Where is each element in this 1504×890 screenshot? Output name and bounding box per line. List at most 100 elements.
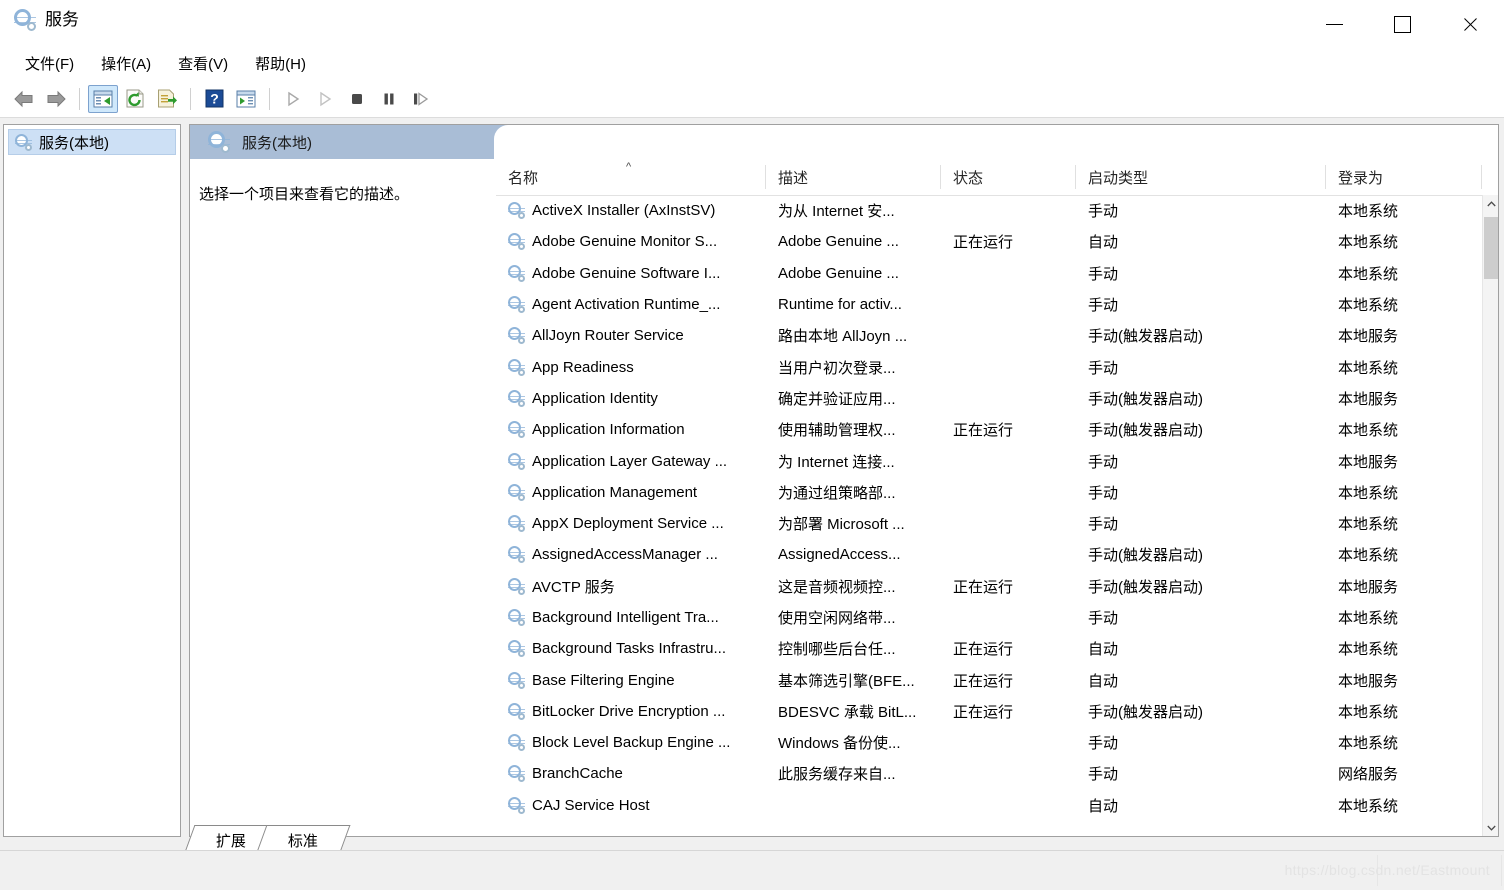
restart-service-button[interactable] xyxy=(406,85,436,113)
cell-text: Adobe Genuine Monitor S... xyxy=(532,233,718,251)
table-row[interactable]: BranchCache 此服务缓存来自... 手动 网络服务 xyxy=(496,758,1482,789)
cell-description: 当用户初次登录... xyxy=(778,359,896,377)
cell-log-on-as: 本地系统 xyxy=(1338,422,1399,440)
services-gear-icon xyxy=(507,765,525,783)
back-button[interactable] xyxy=(9,85,39,113)
table-row[interactable]: Adobe Genuine Monitor S... Adobe Genuine … xyxy=(496,226,1482,257)
scroll-down-icon[interactable] xyxy=(1483,819,1498,836)
cell-text: AllJoyn Router Service xyxy=(532,327,684,345)
maximize-icon xyxy=(1393,15,1411,33)
table-row[interactable]: ActiveX Installer (AxInstSV) 为从 Internet … xyxy=(496,195,1482,226)
menu-help[interactable]: 帮助(H) xyxy=(244,52,317,77)
cell-status xyxy=(941,351,1076,382)
title-bar: 服务 xyxy=(0,0,1504,48)
table-row[interactable]: Application Identity 确定并验证应用... 手动(触发器启动) 本… xyxy=(496,383,1482,414)
services-window: 服务 文件(F) 操作(A) 查看(V) 帮助(H) ? 服务(本地) 服务(本… xyxy=(0,0,1504,890)
back-icon xyxy=(14,90,33,107)
pane-header-title: 服务(本地) xyxy=(242,134,312,152)
cell-service-name: Application Layer Gateway ... xyxy=(496,445,766,476)
watermark-text: https://blog.csdn.net/Eastmount xyxy=(1284,862,1490,878)
cell-service-name: BranchCache xyxy=(496,758,766,789)
table-row[interactable]: AppX Deployment Service ... 为部署 Microsoft… xyxy=(496,508,1482,539)
maximize-button[interactable] xyxy=(1368,0,1436,48)
menu-action[interactable]: 操作(A) xyxy=(90,52,162,77)
services-gear-icon xyxy=(507,421,525,439)
table-row[interactable]: Application Information 使用辅助管理权... 正在运行 手动(… xyxy=(496,414,1482,445)
cell-service-name: Agent Activation Runtime_... xyxy=(496,289,766,320)
tab-label: 标准 xyxy=(287,833,318,850)
services-gear-icon xyxy=(507,515,525,533)
column-header-startup-type[interactable]: 启动类型 xyxy=(1076,159,1326,195)
cell-status xyxy=(941,320,1076,351)
table-row[interactable]: AVCTP 服务 这是音频视频控... 正在运行 手动(触发器启动) 本地服务 xyxy=(496,571,1482,602)
cell-status: 正在运行 xyxy=(953,578,1014,596)
refresh-button[interactable] xyxy=(120,85,150,113)
help-button[interactable]: ? xyxy=(199,85,229,113)
table-row[interactable]: Adobe Genuine Software I... Adobe Genuine… xyxy=(496,258,1482,289)
services-gear-icon xyxy=(507,640,525,658)
column-header-name[interactable]: ^ 名称 xyxy=(496,159,766,195)
cell-service-name: Background Intelligent Tra... xyxy=(496,602,766,633)
list-header: ^ 名称 描述 状态 启动类型 登录为 xyxy=(496,159,1498,196)
export-list-button[interactable] xyxy=(152,85,182,113)
cell-log-on-as: 本地服务 xyxy=(1338,453,1399,471)
table-row[interactable]: Application Layer Gateway ... 为 Internet … xyxy=(496,445,1482,476)
close-button[interactable] xyxy=(1436,0,1504,48)
table-row[interactable]: Application Management 为通过组策略部... 手动 本地系统 xyxy=(496,477,1482,508)
cell-log-on-as: 本地系统 xyxy=(1338,610,1399,627)
column-header-status[interactable]: 状态 xyxy=(941,159,1076,195)
services-list-view: ^ 名称 描述 状态 启动类型 登录为 ActiveX Installer (A… xyxy=(496,159,1498,836)
column-header-description[interactable]: 描述 xyxy=(766,159,941,195)
services-gear-icon xyxy=(507,702,525,720)
cell-description: 控制哪些后台任... xyxy=(778,641,896,659)
column-divider[interactable] xyxy=(1481,165,1482,189)
cell-log-on-as: 网络服务 xyxy=(1338,766,1399,784)
table-row[interactable]: CAJ Service Host 自动 本地系统 xyxy=(496,790,1482,821)
cell-text: Application Layer Gateway ... xyxy=(532,452,728,470)
cell-status xyxy=(941,289,1076,320)
cell-startup-type: 自动 xyxy=(1088,797,1119,815)
tree-item-services-local[interactable]: 服务(本地) xyxy=(8,129,176,155)
table-row[interactable]: AssignedAccessManager ... AssignedAccess.… xyxy=(496,539,1482,570)
cell-description: 使用辅助管理权... xyxy=(778,422,896,440)
scrollbar-thumb[interactable] xyxy=(1484,217,1498,279)
cell-status xyxy=(941,539,1076,570)
forward-button[interactable] xyxy=(41,85,71,113)
export-list-icon xyxy=(158,89,177,108)
cell-description: 为从 Internet 安... xyxy=(778,203,895,221)
cell-log-on-as: 本地系统 xyxy=(1338,797,1399,815)
cell-text: Application Identity xyxy=(532,389,658,407)
cell-status xyxy=(941,258,1076,289)
stop-service-button[interactable] xyxy=(342,85,372,113)
table-row[interactable]: Agent Activation Runtime_... Runtime for … xyxy=(496,289,1482,320)
start-service-button[interactable] xyxy=(278,85,308,113)
cell-text: Application Management xyxy=(532,483,698,501)
cell-description: 路由本地 AllJoyn ... xyxy=(778,328,908,346)
minimize-icon xyxy=(1325,23,1343,25)
table-row[interactable]: Background Intelligent Tra... 使用空闲网络带... 手… xyxy=(496,602,1482,633)
menu-file[interactable]: 文件(F) xyxy=(14,52,85,77)
cell-log-on-as: 本地系统 xyxy=(1338,484,1399,502)
show-hide-tree-button[interactable] xyxy=(88,84,118,113)
menu-view[interactable]: 查看(V) xyxy=(167,52,239,77)
services-gear-icon xyxy=(507,671,525,689)
cell-service-name: Adobe Genuine Monitor S... xyxy=(496,226,766,257)
cell-status xyxy=(941,602,1076,633)
services-gear-icon xyxy=(507,796,525,814)
list-vertical-scrollbar[interactable] xyxy=(1482,195,1498,836)
resume-service-button[interactable] xyxy=(310,85,340,113)
table-row[interactable]: Background Tasks Infrastru... 控制哪些后台任... 正… xyxy=(496,633,1482,664)
table-row[interactable]: Block Level Backup Engine ... Windows 备份使… xyxy=(496,727,1482,758)
table-row[interactable]: BitLocker Drive Encryption ... BDESVC 承载 … xyxy=(496,696,1482,727)
properties-button[interactable] xyxy=(231,85,261,113)
table-row[interactable]: Base Filtering Engine 基本筛选引擎(BFE... 正在运行 自动… xyxy=(496,664,1482,695)
cell-status xyxy=(941,508,1076,539)
scroll-up-icon[interactable] xyxy=(1483,195,1498,213)
table-row[interactable]: AllJoyn Router Service 路由本地 AllJoyn ... 手动… xyxy=(496,320,1482,351)
column-header-log-on-as[interactable]: 登录为 xyxy=(1326,159,1482,195)
minimize-button[interactable] xyxy=(1300,0,1368,48)
cell-log-on-as: 本地系统 xyxy=(1338,641,1399,659)
services-gear-icon xyxy=(507,296,525,314)
pause-service-button[interactable] xyxy=(374,85,404,113)
table-row[interactable]: App Readiness 当用户初次登录... 手动 本地系统 xyxy=(496,351,1482,382)
